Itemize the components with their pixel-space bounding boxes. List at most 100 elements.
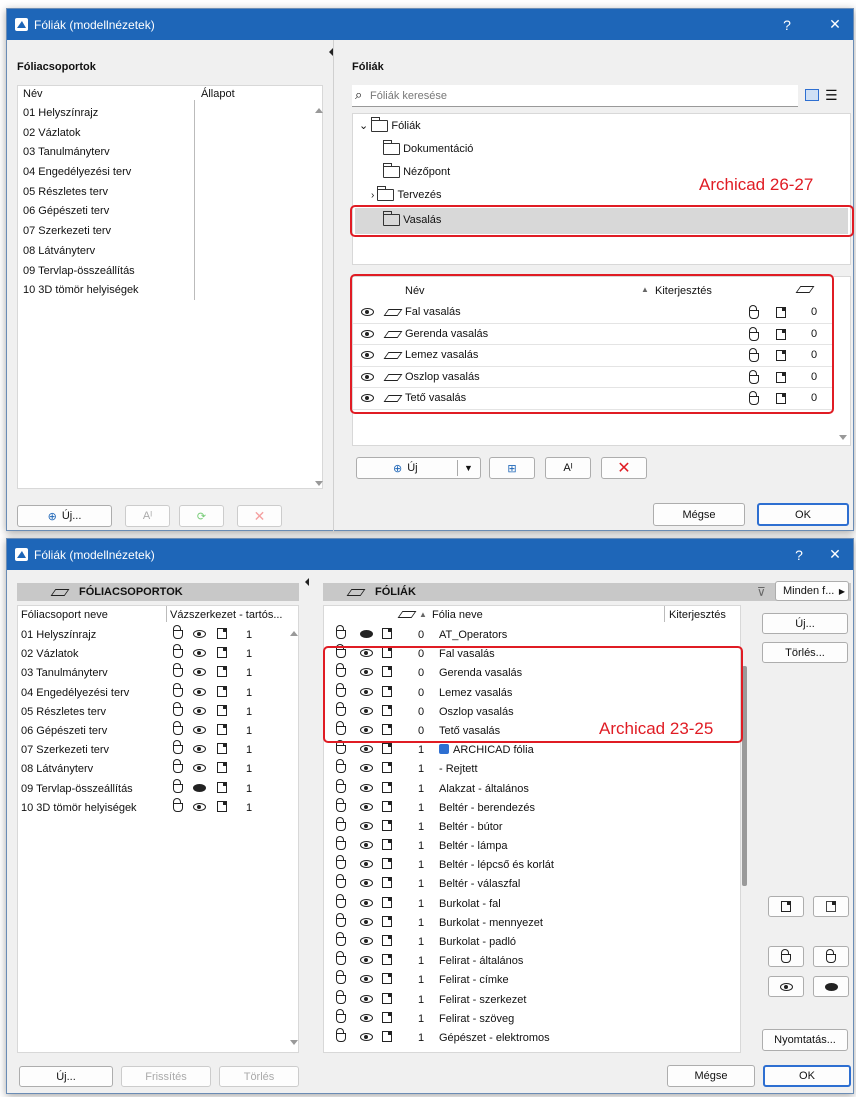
template-icon[interactable] <box>382 992 392 1004</box>
eye-icon[interactable] <box>360 879 373 888</box>
lock-icon[interactable] <box>336 778 346 793</box>
ok-button[interactable]: OK <box>763 1065 851 1087</box>
template-icon[interactable] <box>382 839 392 851</box>
layer-row[interactable]: 1 - Rejtett <box>324 759 734 778</box>
layer-row[interactable]: 1 Beltér - bútor <box>324 816 734 836</box>
layer-row[interactable]: 1 Felirat - szerkezet <box>324 989 734 1009</box>
group-row[interactable]: 05 Részletes terv 1 <box>21 701 281 721</box>
layer-row[interactable]: 1 Alakzat - általános <box>324 778 734 798</box>
scroll-up-icon[interactable] <box>315 108 323 113</box>
layer-row[interactable]: 1 Gépészet - elektromos <box>324 1027 734 1047</box>
rename-button[interactable]: Aᴵ <box>125 505 170 527</box>
layer-row[interactable]: 1 Felirat - általános <box>324 951 734 970</box>
group-row[interactable]: 06 Gépészeti terv 1 <box>21 720 281 740</box>
eye-icon[interactable] <box>193 630 206 638</box>
lock-icon[interactable] <box>173 740 183 755</box>
lock-icon[interactable] <box>336 740 346 755</box>
template-icon[interactable] <box>217 704 227 716</box>
group-row[interactable]: 07 Szerkezeti terv 1 <box>21 740 281 759</box>
group-row[interactable]: 07 Szerkezeti terv <box>23 222 139 242</box>
eye-icon[interactable] <box>360 898 373 907</box>
template-icon[interactable] <box>382 935 392 946</box>
tree-folder-nezopont[interactable]: Nézőpont <box>383 163 450 183</box>
tree-folder-dokumentacio[interactable]: Dokumentáció <box>383 140 473 160</box>
group-new-button[interactable]: Új... <box>19 1066 113 1087</box>
layer-row[interactable]: 1 ARCHICAD fólia <box>324 740 734 759</box>
template-icon[interactable] <box>382 915 392 927</box>
template-icon[interactable] <box>382 743 392 755</box>
group-row[interactable]: 04 Engedélyezési terv 1 <box>21 682 281 702</box>
scroll-up-icon[interactable] <box>290 631 298 636</box>
lock-icon[interactable] <box>173 778 183 793</box>
layer-row[interactable]: 1 Felirat - címke <box>324 970 734 989</box>
eye-icon[interactable] <box>360 841 373 850</box>
delete-button[interactable]: ✕ <box>237 505 282 527</box>
template-icon[interactable] <box>382 781 392 793</box>
lock-icon[interactable] <box>173 625 183 639</box>
refresh-button[interactable]: ⟳ <box>179 505 224 527</box>
eye-icon[interactable] <box>193 802 206 811</box>
eye-icon[interactable] <box>193 764 206 773</box>
template-icon[interactable] <box>382 1030 392 1042</box>
delete-layer-button[interactable]: ✕ <box>601 457 647 479</box>
layer-row[interactable]: 1 Burkolat - mennyezet <box>324 912 734 932</box>
template-icon[interactable] <box>217 723 227 735</box>
layer-row[interactable]: 1 Felirat - szöveg <box>324 1008 734 1028</box>
scroll-down-icon[interactable] <box>290 1040 298 1045</box>
eye-icon[interactable] <box>360 860 373 869</box>
lock-icon[interactable] <box>336 816 346 831</box>
group-new-button[interactable]: ⊕ Új... <box>17 505 112 527</box>
layer-new-button[interactable]: Új... <box>762 613 848 634</box>
splitter[interactable] <box>333 40 334 532</box>
template-icon[interactable] <box>382 762 392 774</box>
template-icon[interactable] <box>382 896 392 908</box>
layer-row[interactable]: 1 Burkolat - padló <box>324 932 734 951</box>
layer-delete-button[interactable]: Törlés... <box>762 642 848 663</box>
list-view-icon[interactable]: ☰ <box>825 87 838 104</box>
group-row[interactable]: 01 Helyszínrajz 1 <box>21 625 281 644</box>
lock-icon[interactable] <box>173 682 183 697</box>
lock-icon[interactable] <box>336 989 346 1004</box>
layer-row[interactable]: 1 Burkolat - fal <box>324 893 734 913</box>
group-row[interactable]: 04 Engedélyezési terv <box>23 163 139 183</box>
template-icon[interactable] <box>217 762 227 774</box>
template-icon[interactable] <box>217 647 227 659</box>
eye-icon[interactable] <box>360 956 373 965</box>
template-icon[interactable] <box>217 800 227 812</box>
lock-all-button[interactable] <box>768 896 804 917</box>
lock-icon[interactable] <box>173 720 183 735</box>
template-icon[interactable] <box>382 954 392 966</box>
layer-row[interactable]: 1 Beltér - berendezés <box>324 797 734 817</box>
close-button[interactable]: ✕ <box>815 539 855 570</box>
lock-icon[interactable] <box>336 874 346 889</box>
chevron-down-icon[interactable]: ▼ <box>464 463 473 473</box>
cancel-button[interactable]: Mégse <box>653 503 745 526</box>
rename-layer-button[interactable]: Aᴵ <box>545 457 591 479</box>
group-row[interactable]: 05 Részletes terv <box>23 183 139 203</box>
close-button[interactable]: ✕ <box>815 9 855 40</box>
eye-icon[interactable] <box>360 975 373 984</box>
layer-new-button[interactable]: ⊕ Új ▼ <box>356 457 481 479</box>
refresh-button[interactable]: Frissítés <box>121 1066 211 1087</box>
cancel-button[interactable]: Mégse <box>667 1065 755 1087</box>
layer-row[interactable]: 1 Beltér - lámpa <box>324 836 734 855</box>
group-row[interactable]: 02 Vázlatok 1 <box>21 644 281 663</box>
lock-icon[interactable] <box>336 1008 346 1023</box>
eye-icon[interactable] <box>193 706 206 715</box>
eye-icon[interactable] <box>193 745 206 754</box>
eye-icon[interactable] <box>360 1013 373 1022</box>
template-icon[interactable] <box>217 781 227 793</box>
new-folder-button[interactable]: ⊞ <box>489 457 535 479</box>
group-row[interactable]: 10 3D tömör helyiségek <box>23 281 139 301</box>
eye-icon[interactable] <box>360 783 373 792</box>
layer-row[interactable]: 1 Beltér - lépcső és korlát <box>324 855 734 874</box>
lock-icon[interactable] <box>336 1027 346 1042</box>
help-button[interactable]: ? <box>767 9 807 40</box>
group-row[interactable]: 03 Tanulmányterv <box>23 143 139 163</box>
template-icon[interactable] <box>382 973 392 985</box>
group-delete-button[interactable]: Törlés <box>219 1066 299 1087</box>
group-row[interactable]: 09 Tervlap-összeállítás 1 <box>21 778 281 798</box>
ok-button[interactable]: OK <box>757 503 849 526</box>
unlock-button[interactable] <box>768 946 804 967</box>
template-icon[interactable] <box>382 800 392 812</box>
